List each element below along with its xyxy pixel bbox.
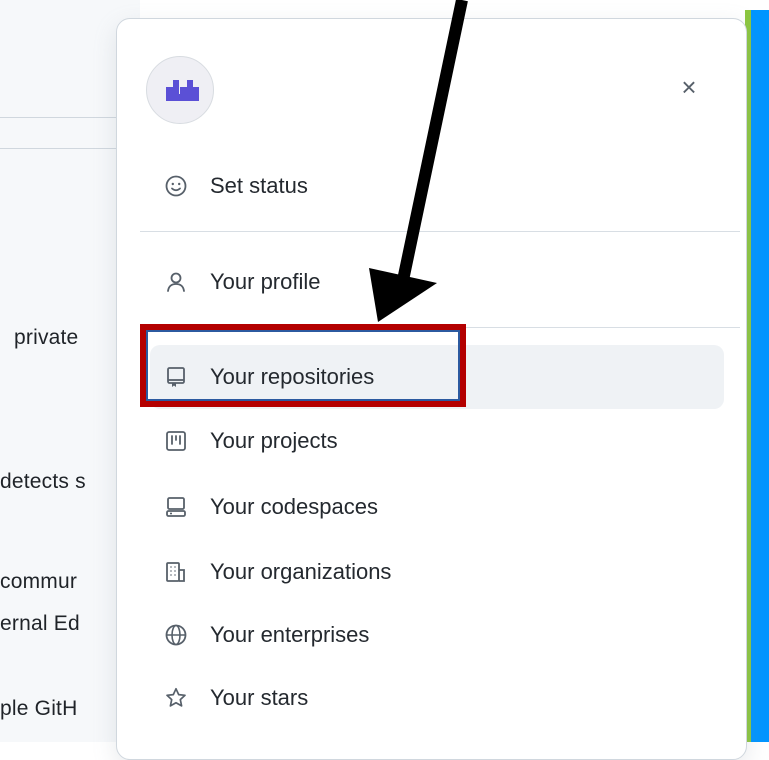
background-text: ernal Ed bbox=[0, 612, 80, 635]
menu-item-label: Your codespaces bbox=[210, 494, 378, 519]
menu-item-organizations[interactable]: Your organizations bbox=[150, 548, 724, 596]
avatar[interactable] bbox=[146, 56, 214, 124]
menu-item-label: Your organizations bbox=[210, 559, 392, 584]
highlight-box bbox=[140, 324, 466, 407]
menu-item-stars[interactable]: Your stars bbox=[150, 674, 724, 722]
close-icon: × bbox=[681, 72, 697, 102]
background-text: private bbox=[14, 326, 79, 349]
menu-item-profile[interactable]: Your profile bbox=[150, 258, 724, 306]
background-text: commur bbox=[0, 570, 78, 593]
menu-item-label: Your stars bbox=[210, 685, 309, 710]
menu-item-projects[interactable]: Your projects bbox=[150, 417, 724, 465]
menu-divider bbox=[140, 231, 740, 232]
project-icon bbox=[162, 427, 190, 455]
star-icon bbox=[162, 684, 190, 712]
menu-item-label: Your enterprises bbox=[210, 622, 370, 647]
identicon-icon bbox=[166, 80, 199, 101]
menu-item-label: Your profile bbox=[210, 269, 321, 294]
close-button[interactable]: × bbox=[674, 72, 704, 102]
smiley-icon bbox=[162, 172, 190, 200]
set-status-button[interactable]: Set status bbox=[150, 162, 724, 210]
person-icon bbox=[162, 268, 190, 296]
background-text: ple GitH bbox=[0, 697, 78, 720]
window-edge-blue bbox=[751, 10, 769, 742]
menu-item-codespaces[interactable]: Your codespaces bbox=[150, 483, 724, 531]
menu-item-enterprises[interactable]: Your enterprises bbox=[150, 611, 724, 659]
background-text: detects s bbox=[0, 470, 86, 493]
globe-icon bbox=[162, 621, 190, 649]
menu-item-label: Your projects bbox=[210, 428, 338, 453]
organization-icon bbox=[162, 558, 190, 586]
set-status-label: Set status bbox=[210, 173, 308, 198]
codespaces-icon bbox=[162, 493, 190, 521]
